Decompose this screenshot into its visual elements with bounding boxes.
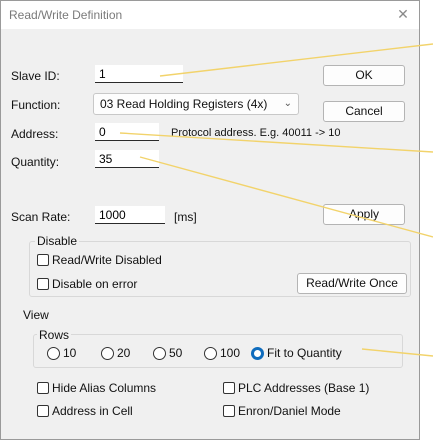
callout-lines bbox=[119, 43, 433, 357]
callout-line-fit-to-quantity bbox=[361, 348, 433, 357]
callout-line-address bbox=[119, 132, 433, 153]
callout-line-quantity bbox=[139, 156, 433, 238]
callout-line-slave-id bbox=[159, 43, 433, 77]
